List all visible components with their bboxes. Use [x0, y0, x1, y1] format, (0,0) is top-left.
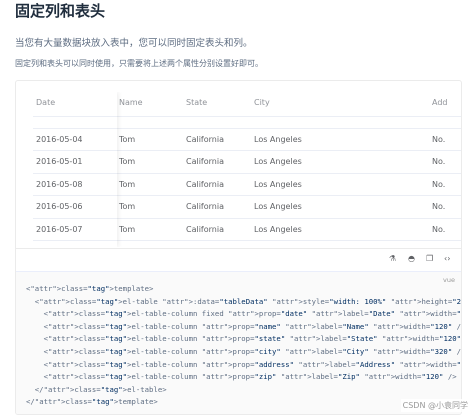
code-line: <"attr">class="tag">el-table-column "att…: [26, 359, 462, 369]
header-state[interactable]: State: [186, 98, 207, 107]
cell-address: No.: [432, 224, 446, 234]
cell-date: 2016-05-01: [36, 157, 83, 166]
cell-city: Los Angeles: [254, 179, 302, 189]
cell-address: No.: [432, 157, 446, 166]
cell-state: California: [186, 224, 224, 234]
table-row[interactable]: 2016-05-04 Tom California Los Angeles No.: [33, 129, 461, 151]
code-line: <"attr">class="tag">el-table "attr">:dat…: [26, 296, 462, 306]
code-line: <"attr">class="tag">el-table-column "att…: [26, 321, 462, 331]
cell-state: California: [186, 157, 224, 166]
header-city[interactable]: City: [254, 98, 270, 107]
cell-date: 2016-05-08: [36, 179, 83, 189]
cell-date: 2016-05-07: [36, 224, 83, 234]
code-line: <"attr">class="tag">el-table-column "att…: [26, 334, 462, 344]
cell-name: Tom: [119, 224, 136, 234]
table-scroll-area[interactable]: 2016-05-04 Tom California Los Angeles No. 201…: [33, 92, 461, 247]
github-icon[interactable]: ◓: [408, 254, 415, 263]
copy-icon[interactable]: ❐: [426, 254, 433, 263]
cell-date: 2016-05-04: [36, 134, 83, 144]
cell-city: Los Angeles: [254, 157, 302, 166]
cell-city: Los Angeles: [254, 202, 302, 211]
code-line: </"attr">class="tag">el-table>: [26, 384, 167, 394]
code-block[interactable]: vue <"attr">class="tag">template> <"attr…: [16, 271, 462, 414]
table-body: 2016-05-04 Tom California Los Angeles No. 201…: [33, 106, 461, 241]
demo-toolbar: ⚗ ◓ ❐ ‹›: [16, 248, 461, 271]
cell-name: Tom: [119, 179, 136, 189]
code-line: </"attr">class="tag">template>: [26, 397, 158, 407]
flask-icon[interactable]: ⚗: [389, 254, 396, 263]
cell-name: Tom: [119, 202, 136, 211]
page-title: 固定列和表头: [15, 2, 106, 20]
cell-name: Tom: [119, 134, 136, 144]
code-line: <"attr">class="tag">el-table-column "att…: [26, 346, 462, 356]
cell-name: Tom: [119, 157, 136, 166]
cell-state: California: [186, 179, 224, 189]
cell-address: No.: [432, 134, 446, 144]
header-name[interactable]: Name: [119, 98, 143, 107]
cell-state: California: [186, 134, 224, 144]
code-icon[interactable]: ‹›: [444, 254, 450, 263]
table-row[interactable]: 2016-05-08 Tom California Los Angeles No.: [33, 174, 461, 196]
header-date[interactable]: Date: [36, 98, 55, 107]
cell-address: No.: [432, 179, 446, 189]
table-row[interactable]: 2016-05-01 Tom California Los Angeles No.: [33, 151, 461, 174]
header-address[interactable]: Add: [432, 98, 448, 107]
code-line: <"attr">class="tag">el-table-column "att…: [26, 372, 457, 382]
code-line: <"attr">class="tag">template>: [26, 284, 154, 293]
cell-city: Los Angeles: [254, 224, 302, 234]
cell-address: No.: [432, 202, 446, 211]
description: 当您有大量数据块放入表中，您可以同时固定表头和列。: [15, 38, 253, 49]
cell-city: Los Angeles: [254, 134, 302, 144]
sub-description: 固定列和表头可以同时使用，只需要将上述两个属性分别设置好即可。: [15, 59, 263, 68]
cell-date: 2016-05-06: [36, 202, 83, 211]
cell-state: California: [186, 202, 224, 211]
watermark: CSDN @小袁同学: [400, 399, 470, 412]
table-header: Date Name State City Add: [33, 92, 461, 117]
table-row[interactable]: 2016-05-06 Tom California Los Angeles No.: [33, 196, 461, 219]
code-text: <"attr">class="tag">template> <"attr">cl…: [26, 283, 462, 409]
demo-block: 2016-05-04 Tom California Los Angeles No. 201…: [15, 80, 462, 415]
table-row[interactable]: 2016-05-07 Tom California Los Angeles No.: [33, 219, 461, 241]
code-line: <"attr">class="tag">el-table-column fixe…: [26, 309, 462, 319]
